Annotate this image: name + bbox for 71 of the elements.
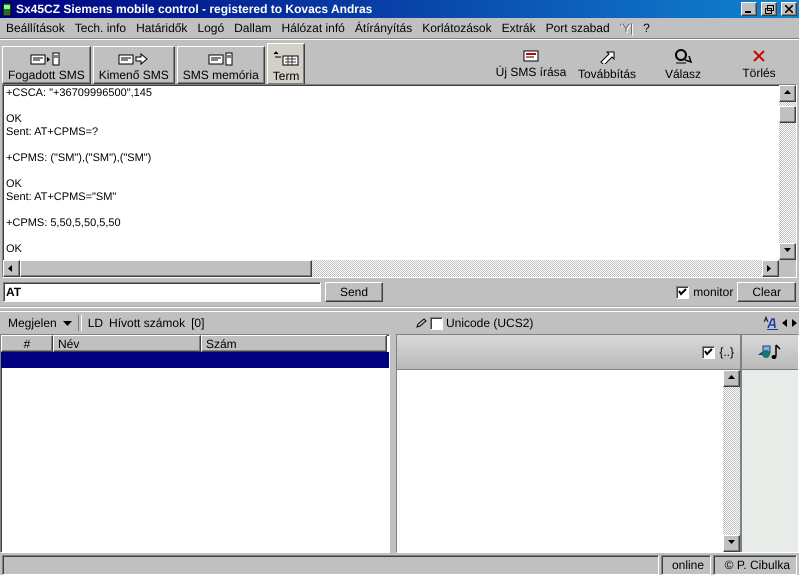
terminal-line: +CPMS: 5,50,5,50,5,50 (6, 217, 122, 230)
toolbar-button[interactable]: Új SMS írása (493, 44, 569, 84)
envelope-arrow-icon (118, 52, 150, 66)
scrollbar-thumb[interactable] (20, 260, 312, 277)
toolbar-button[interactable]: Válasz (645, 44, 721, 84)
keyboard-icon (273, 51, 300, 67)
minimize-button[interactable] (741, 2, 757, 16)
brackets-checkbox[interactable] (702, 346, 716, 358)
menu-item[interactable]: Korlátozások (418, 19, 498, 37)
checkbox-label: {..} (719, 345, 734, 359)
column-header[interactable]: # (1, 335, 53, 352)
terminal-line: +CPMS: ("SM"),("SM"),("SM") (6, 152, 152, 165)
terminal-line: Sent: AT+CPMS="SM" (6, 191, 118, 204)
shapes-note-icon[interactable] (757, 343, 783, 361)
copyright-text: © P. Cibulka (713, 555, 797, 575)
toolbar-button[interactable]: Törlés (721, 44, 797, 84)
envelope-phone-icon (30, 52, 62, 66)
tab[interactable]: Fogadott SMS (2, 46, 91, 84)
close-icon (785, 5, 793, 13)
menu-item[interactable]: Logó (193, 19, 230, 37)
column-header[interactable]: Szám (201, 335, 387, 352)
menu-item[interactable]: Extrák (498, 19, 542, 37)
arrow-left-icon[interactable] (782, 319, 788, 327)
menu-item[interactable]: Port szabad (542, 19, 616, 37)
scrollbar-corner (779, 260, 796, 277)
terminal-line: OK (6, 178, 23, 191)
tab[interactable]: SMS memória (176, 46, 265, 84)
tab[interactable]: Term (266, 43, 306, 84)
checkbox-label: Unicode (UCS2) (446, 316, 534, 330)
menu-item[interactable]: Átírányítás (350, 19, 418, 37)
scrollbar-thumb[interactable] (779, 106, 796, 123)
list-count: [0] (191, 316, 204, 330)
font-icon[interactable] (763, 316, 779, 330)
clear-button[interactable]: Clear (737, 282, 796, 302)
pencil-icon[interactable] (416, 318, 427, 328)
terminal-line: +CSCA: "+36709996500",145 (6, 87, 154, 100)
delete-icon (752, 48, 766, 62)
envelope-phone-icon (208, 52, 234, 66)
menu-item[interactable]: Tech. info (70, 19, 132, 37)
toolbar-button[interactable]: Továbbítás (569, 44, 645, 84)
terminal-line: OK (6, 243, 23, 256)
vertical-scrollbar[interactable] (779, 85, 796, 260)
restore-button[interactable] (761, 2, 777, 16)
vertical-scrollbar[interactable] (723, 370, 740, 552)
send-button[interactable]: Send (325, 282, 384, 302)
envelope-icon (523, 50, 539, 62)
menu-item[interactable]: Határidők (132, 19, 194, 37)
monitor-checkbox[interactable] (676, 286, 690, 298)
arrow-right-icon[interactable] (791, 319, 797, 327)
menu-item[interactable]: Dallam (230, 19, 278, 37)
terminal-line: OK (6, 113, 23, 126)
command-input[interactable]: AT (3, 282, 321, 302)
connection-status: online (661, 555, 711, 575)
menu-item[interactable]: Hálózat infó (277, 19, 351, 37)
menu-item[interactable]: Beállítások (2, 19, 71, 37)
menu-item[interactable]: ? (639, 19, 656, 37)
unicode-checkbox[interactable] (430, 316, 443, 330)
restore-icon (764, 4, 774, 14)
close-button[interactable] (781, 2, 797, 16)
view-menu[interactable]: Megjelen (8, 316, 57, 330)
window-title: Sx45CZ Siemens mobile control - registered to Kovacs Andras (16, 2, 374, 16)
horizontal-scrollbar[interactable] (3, 260, 779, 277)
reply-arrows-icon (673, 48, 693, 64)
phone-icon (2, 2, 12, 16)
column-header[interactable]: Név (53, 335, 201, 352)
checkbox-label: monitor (693, 285, 734, 299)
list-source: LD (88, 316, 104, 330)
tab[interactable]: Kimenő SMS (92, 46, 175, 84)
dropdown-arrow-icon[interactable] (62, 320, 72, 326)
terminal-line: Sent: AT+CPMS=? (6, 126, 100, 139)
list-title: Hívott számok (109, 316, 186, 330)
